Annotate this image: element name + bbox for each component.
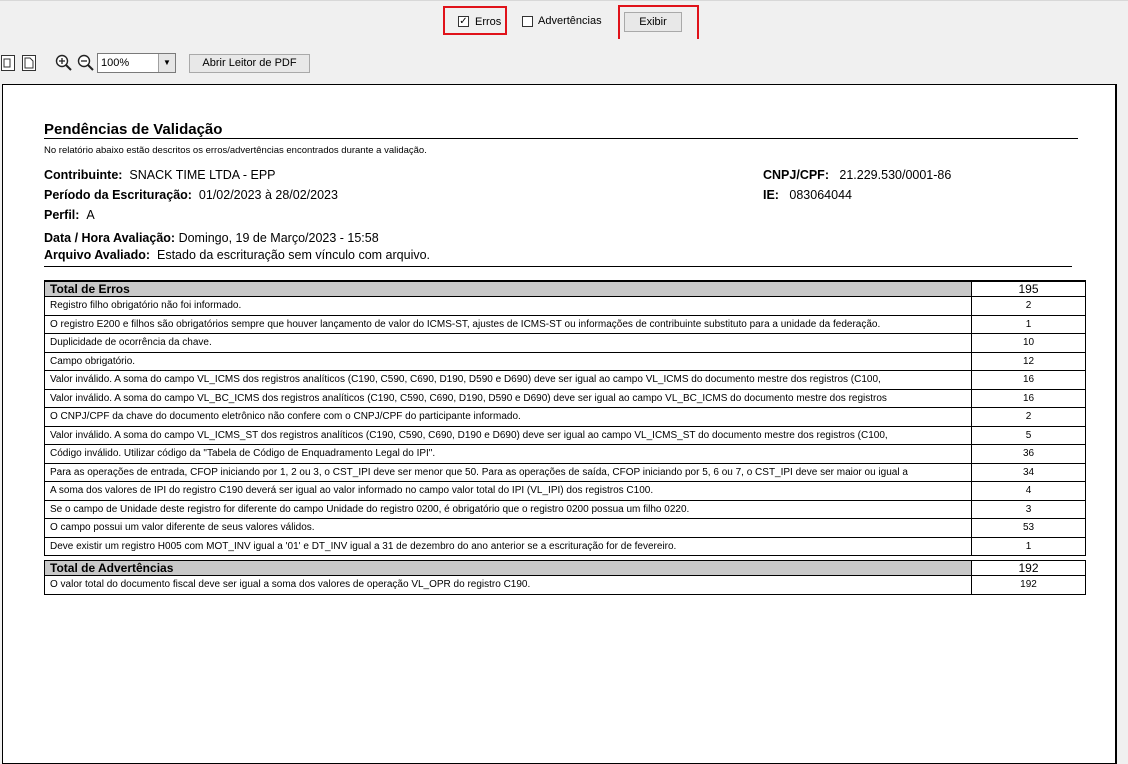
warnings-header-row: Total de Advertências 192: [44, 560, 1086, 576]
data-label: Data / Hora Avaliação:: [44, 231, 176, 245]
table-row: Valor inválido. A soma do campo VL_BC_IC…: [44, 388, 1086, 408]
row-count: 3: [971, 499, 1086, 519]
row-description: Registro filho obrigatório não foi infor…: [44, 296, 972, 316]
row-count: 192: [971, 575, 1086, 595]
exibir-button-label: Exibir: [639, 16, 667, 28]
table-row: O valor total do documento fiscal deve s…: [44, 575, 1086, 595]
open-pdf-label: Abrir Leitor de PDF: [202, 57, 297, 69]
table-row: Código inválido. Utilizar código da "Tab…: [44, 444, 1086, 464]
row-count: 36: [971, 444, 1086, 464]
erros-checkbox[interactable]: ✓: [458, 16, 469, 27]
table-row: O campo possui um valor diferente de seu…: [44, 518, 1086, 538]
row-count: 2: [971, 296, 1086, 316]
table-row: Campo obrigatório. 12: [44, 351, 1086, 371]
row-description: Campo obrigatório.: [44, 351, 972, 371]
row-count: 16: [971, 370, 1086, 390]
contribuinte-value: SNACK TIME LTDA - EPP: [129, 168, 276, 182]
row-count: 16: [971, 388, 1086, 408]
row-description: O registro E200 e filhos são obrigatório…: [44, 314, 972, 334]
report-description: No relatório abaixo estão descritos os e…: [44, 145, 427, 156]
zoom-out-icon[interactable]: [77, 54, 94, 71]
title-rule: [44, 138, 1078, 139]
warnings-table: Total de Advertências 192 O valor total …: [44, 560, 1086, 595]
row-count: 1: [971, 314, 1086, 334]
zoom-value: 100%: [101, 57, 130, 69]
row-description: Valor inválido. A soma do campo VL_ICMS_…: [44, 425, 972, 445]
advertencias-checkbox[interactable]: [522, 16, 533, 27]
errors-table: Total de Erros 195 Registro filho obriga…: [44, 280, 1086, 556]
table-row: O CNPJ/CPF da chave do documento eletrôn…: [44, 407, 1086, 427]
data-value: Domingo, 19 de Março/2023 - 15:58: [178, 231, 379, 245]
table-row: O registro E200 e filhos são obrigatório…: [44, 314, 1086, 334]
row-description: A soma dos valores de IPI do registro C1…: [44, 481, 972, 501]
contribuinte-label: Contribuinte:: [44, 168, 123, 182]
cnpj-value: 21.229.530/0001-86: [839, 168, 952, 182]
row-count: 1: [971, 536, 1086, 556]
perfil-label: Perfil:: [44, 208, 80, 222]
advertencias-label: Advertências: [538, 15, 602, 27]
row-description: Para as operações de entrada, CFOP inici…: [44, 462, 972, 482]
row-count: 10: [971, 333, 1086, 353]
table-row: Valor inválido. A soma do campo VL_ICMS …: [44, 370, 1086, 390]
exibir-button[interactable]: Exibir: [624, 12, 682, 32]
warnings-header: Total de Advertências: [44, 560, 972, 576]
row-count: 2: [971, 407, 1086, 427]
table-row: Deve existir um registro H005 com MOT_IN…: [44, 536, 1086, 556]
errors-header: Total de Erros: [44, 280, 972, 297]
periodo-label: Período da Escrituração:: [44, 188, 192, 202]
row-description: Deve existir um registro H005 com MOT_IN…: [44, 536, 972, 556]
row-count: 12: [971, 351, 1086, 371]
erros-label: Erros: [475, 16, 502, 28]
ie-field: IE: 083064044: [763, 188, 852, 202]
report-title: Pendências de Validação: [44, 121, 223, 138]
row-description: O valor total do documento fiscal deve s…: [44, 575, 972, 595]
arquivo-value: Estado da escrituração sem vínculo com a…: [156, 248, 431, 262]
row-description: Se o campo de Unidade deste registro for…: [44, 499, 972, 519]
chevron-down-icon[interactable]: ▼: [158, 54, 175, 72]
cnpj-label: CNPJ/CPF:: [763, 168, 829, 182]
row-description: Valor inválido. A soma do campo VL_ICMS …: [44, 370, 972, 390]
table-row: Para as operações de entrada, CFOP inici…: [44, 462, 1086, 482]
ie-value: 083064044: [789, 188, 852, 202]
row-count: 4: [971, 481, 1086, 501]
row-description: Valor inválido. A soma do campo VL_BC_IC…: [44, 388, 972, 408]
periodo-value: 01/02/2023 à 28/02/2023: [198, 188, 338, 202]
open-pdf-button[interactable]: Abrir Leitor de PDF: [189, 54, 310, 73]
table-row: Duplicidade de ocorrência da chave. 10: [44, 333, 1086, 353]
row-count: 5: [971, 425, 1086, 445]
table-row: A soma dos valores de IPI do registro C1…: [44, 481, 1086, 501]
page-fit-icon[interactable]: [22, 55, 36, 71]
page-icon[interactable]: [1, 55, 15, 71]
row-description: O campo possui um valor diferente de seu…: [44, 518, 972, 538]
header-rule: [44, 266, 1072, 267]
perfil-field: Perfil: A: [44, 208, 95, 222]
perfil-value: A: [86, 208, 95, 222]
ie-label: IE:: [763, 188, 779, 202]
vertical-scrollbar[interactable]: [1118, 84, 1128, 764]
errors-header-row: Total de Erros 195: [44, 280, 1086, 297]
table-row: Registro filho obrigatório não foi infor…: [44, 296, 1086, 316]
arquivo-label: Arquivo Avaliado:: [44, 248, 151, 262]
report-page: Pendências de Validação No relatório aba…: [2, 84, 1117, 764]
zoom-in-icon[interactable]: [55, 54, 72, 71]
data-field: Data / Hora Avaliação: Domingo, 19 de Ma…: [44, 231, 379, 245]
warnings-total: 192: [971, 560, 1086, 576]
zoom-select[interactable]: 100% ▼: [97, 53, 176, 73]
row-description: Duplicidade de ocorrência da chave.: [44, 333, 972, 353]
cnpj-field: CNPJ/CPF: 21.229.530/0001-86: [763, 168, 951, 182]
row-count: 34: [971, 462, 1086, 482]
contribuinte-field: Contribuinte: SNACK TIME LTDA - EPP: [44, 168, 276, 182]
row-description: Código inválido. Utilizar código da "Tab…: [44, 444, 972, 464]
table-row: Se o campo de Unidade deste registro for…: [44, 499, 1086, 519]
table-row: Valor inválido. A soma do campo VL_ICMS_…: [44, 425, 1086, 445]
errors-total: 195: [971, 280, 1086, 297]
row-description: O CNPJ/CPF da chave do documento eletrôn…: [44, 407, 972, 427]
arquivo-field: Arquivo Avaliado: Estado da escrituração…: [44, 248, 430, 262]
row-count: 53: [971, 518, 1086, 538]
periodo-field: Período da Escrituração: 01/02/2023 à 28…: [44, 188, 338, 202]
